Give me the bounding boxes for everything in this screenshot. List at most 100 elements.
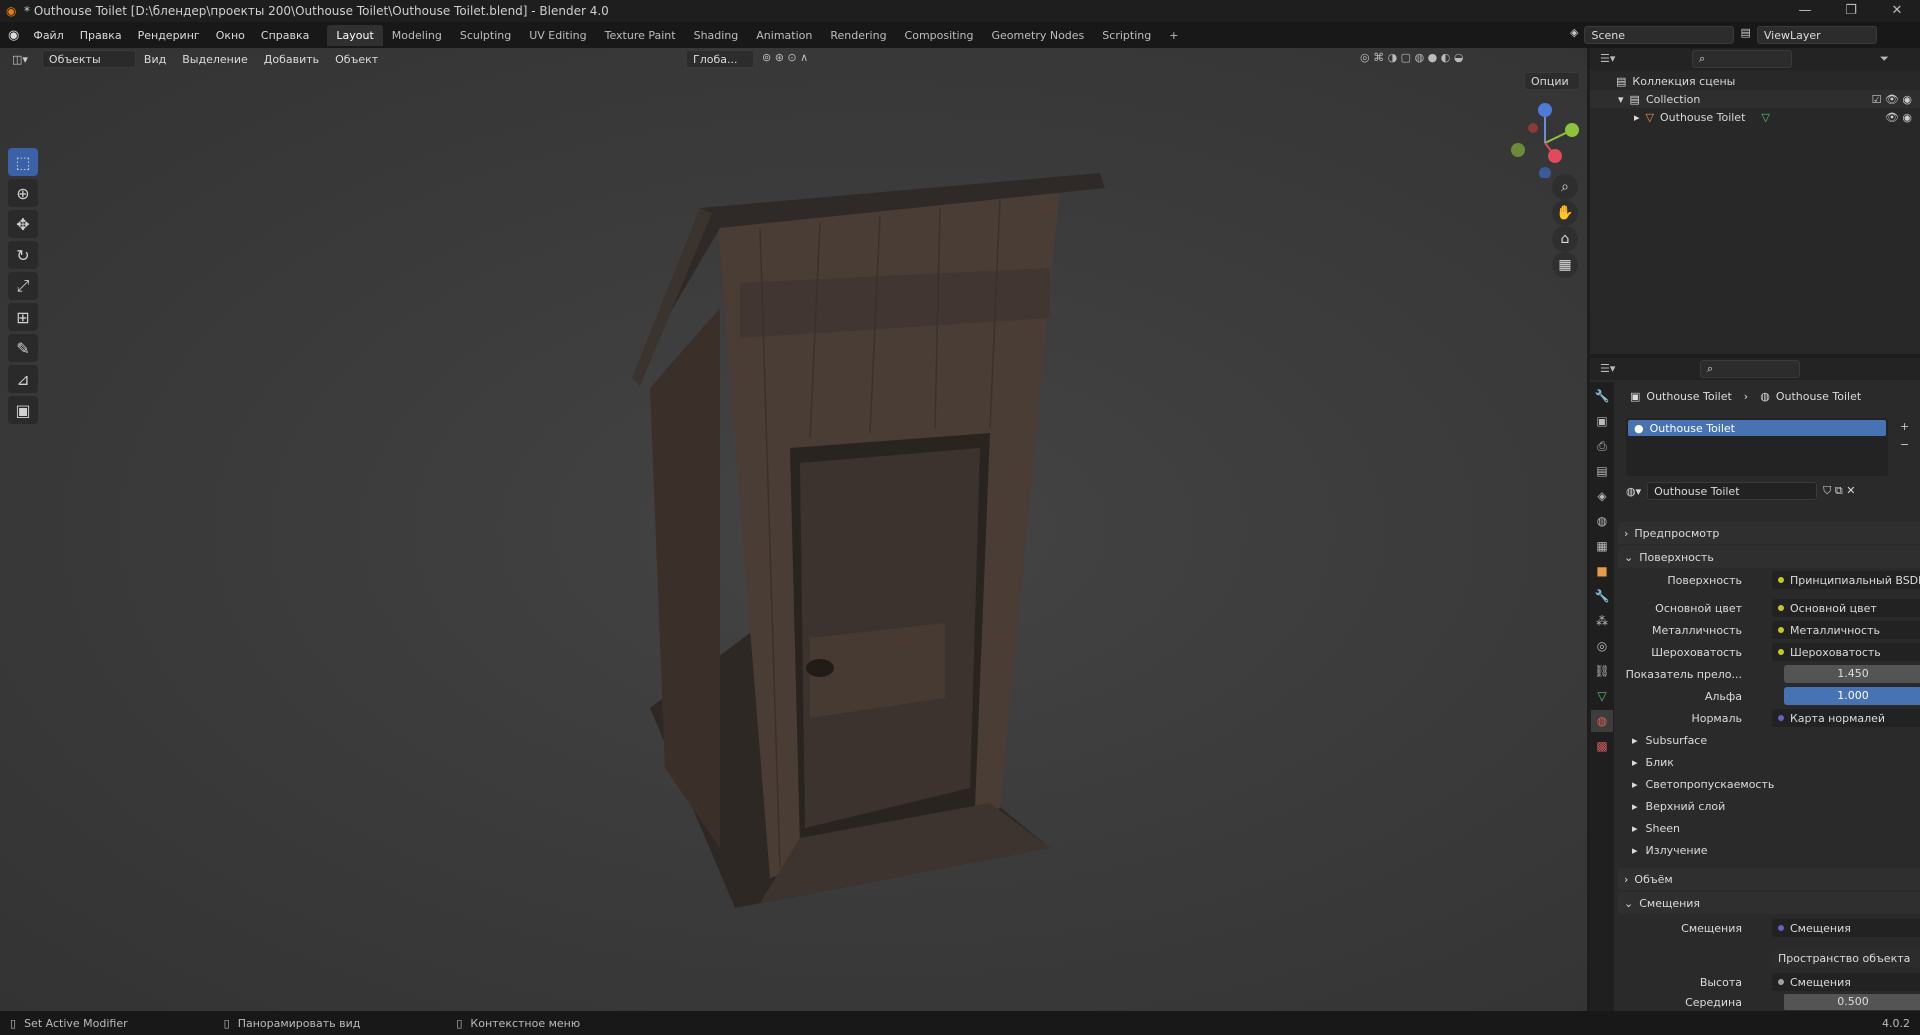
tab-modeling[interactable]: Modeling bbox=[383, 25, 451, 46]
particles-tab-icon[interactable]: ⁂ bbox=[1591, 610, 1613, 632]
subpanel-coat[interactable]: ▸ Верхний слой bbox=[1632, 796, 1725, 816]
maximize-button[interactable]: ❐ bbox=[1828, 0, 1874, 22]
scale-tool[interactable]: ⤢ bbox=[8, 272, 38, 300]
object-tab-icon[interactable]: ■ bbox=[1591, 560, 1613, 582]
add-slot-button[interactable]: + bbox=[1900, 420, 1909, 433]
tab-uv-editing[interactable]: UV Editing bbox=[520, 25, 595, 46]
tab-layout[interactable]: Layout bbox=[327, 24, 383, 46]
space-dropdown[interactable]: Пространство объекта bbox=[1772, 949, 1920, 967]
tree-scene-collection[interactable]: ▤ Коллекция сцены bbox=[1590, 72, 1920, 90]
menu-edit[interactable]: Правка bbox=[72, 29, 130, 42]
rotate-tool[interactable]: ↻ bbox=[8, 241, 38, 269]
move-tool[interactable]: ✥ bbox=[8, 210, 38, 238]
expand-icon[interactable]: ▸ bbox=[1634, 111, 1640, 124]
menu-object[interactable]: Объект bbox=[327, 53, 386, 66]
data-tab-icon[interactable]: ▽ bbox=[1591, 685, 1613, 707]
navigation-gizmo[interactable] bbox=[1500, 98, 1590, 178]
transform-tool[interactable]: ⊞ bbox=[8, 303, 38, 331]
visibility-icons[interactable]: 👁 ◉ bbox=[1885, 111, 1912, 124]
metallic-field[interactable]: Металличность bbox=[1772, 621, 1920, 639]
tab-rendering[interactable]: Rendering bbox=[821, 25, 895, 46]
scene-selector[interactable]: Scene bbox=[1584, 26, 1735, 44]
material-name-field[interactable]: Outhouse Toilet bbox=[1647, 482, 1818, 500]
close-button[interactable]: ✕ bbox=[1874, 0, 1920, 22]
subpanel-transmission[interactable]: ▸ Светопропускаемость bbox=[1632, 774, 1774, 794]
tab-geometry-nodes[interactable]: Geometry Nodes bbox=[983, 25, 1094, 46]
add-workspace-button[interactable]: + bbox=[1160, 25, 1187, 46]
output-tab-icon[interactable]: ⎙ bbox=[1591, 435, 1613, 457]
remove-slot-button[interactable]: − bbox=[1900, 438, 1909, 451]
section-surface[interactable]: ⌄ Поверхность bbox=[1618, 546, 1920, 568]
menu-select[interactable]: Выделение bbox=[174, 53, 256, 66]
menu-view[interactable]: Вид bbox=[136, 53, 174, 66]
outliner-search[interactable]: ⌕ bbox=[1692, 50, 1792, 68]
tab-texture-paint[interactable]: Texture Paint bbox=[596, 25, 685, 46]
subpanel-subsurface[interactable]: ▸ Subsurface bbox=[1632, 730, 1707, 750]
tab-sculpting[interactable]: Sculpting bbox=[451, 25, 520, 46]
section-volume[interactable]: › Объём bbox=[1618, 868, 1920, 890]
subpanel-emission[interactable]: ▸ Излучение bbox=[1632, 840, 1708, 860]
menu-help[interactable]: Справка bbox=[253, 29, 317, 42]
section-preview[interactable]: › Предпросмотр bbox=[1618, 522, 1920, 544]
tree-collection[interactable]: ▾ ▤ Collection ☑ 👁 ◉ bbox=[1590, 90, 1920, 108]
measure-tool[interactable]: ⊿ bbox=[8, 365, 38, 393]
ior-field[interactable]: 1.450 bbox=[1784, 665, 1920, 683]
3d-viewport[interactable]: ⬚ ⊕ ✥ ↻ ⤢ ⊞ ✎ ⊿ ▣ ⌕ ✋ ⌂ ▦ bbox=[0, 48, 1587, 1011]
normal-field[interactable]: Карта нормалей bbox=[1772, 709, 1920, 727]
world-tab-icon[interactable]: ◍ bbox=[1591, 510, 1613, 532]
pan-hand-icon[interactable]: ✋ bbox=[1552, 200, 1578, 226]
camera-icon[interactable]: ⌂ bbox=[1552, 226, 1578, 252]
menu-window[interactable]: Окно bbox=[208, 29, 253, 42]
visibility-icons[interactable]: ☑ 👁 ◉ bbox=[1872, 93, 1912, 106]
roughness-field[interactable]: Шероховатость bbox=[1772, 643, 1920, 661]
material-tab-icon[interactable]: ◍ bbox=[1591, 710, 1613, 732]
physics-tab-icon[interactable]: ◎ bbox=[1591, 635, 1613, 657]
outliner-editor-icon[interactable]: ☰▾ bbox=[1600, 52, 1615, 65]
tab-scripting[interactable]: Scripting bbox=[1093, 25, 1160, 46]
options-dropdown[interactable]: Опции bbox=[1524, 72, 1580, 90]
annotate-tool[interactable]: ✎ bbox=[8, 334, 38, 362]
viewlayer-selector[interactable]: ViewLayer bbox=[1756, 26, 1877, 44]
orientation-selector[interactable]: Глоба... bbox=[686, 50, 754, 68]
tool-tab-icon[interactable]: 🔧 bbox=[1591, 385, 1613, 407]
subpanel-sheen[interactable]: ▸ Sheen bbox=[1632, 818, 1680, 838]
cursor-tool[interactable]: ⊕ bbox=[8, 179, 38, 207]
material-slot[interactable]: ● Outhouse Toilet bbox=[1628, 420, 1886, 436]
midlevel-field[interactable]: 0.500 bbox=[1784, 994, 1920, 1010]
ortho-grid-icon[interactable]: ▦ bbox=[1552, 252, 1578, 278]
tab-animation[interactable]: Animation bbox=[747, 25, 821, 46]
editor-type-icon[interactable]: ◫▾ bbox=[12, 53, 28, 66]
menu-add[interactable]: Добавить bbox=[256, 53, 327, 66]
menu-render[interactable]: Рендеринг bbox=[130, 29, 208, 42]
render-tab-icon[interactable]: ▣ bbox=[1591, 410, 1613, 432]
texture-tab-icon[interactable]: ▩ bbox=[1591, 735, 1613, 757]
tree-object[interactable]: ▸ ▽ Outhouse Toilet ▽ 👁 ◉ bbox=[1590, 108, 1920, 126]
displacement-field[interactable]: Смещения bbox=[1772, 919, 1920, 937]
base-color-field[interactable]: Основной цвет bbox=[1772, 599, 1920, 617]
scene-tab-icon[interactable]: ◈ bbox=[1591, 485, 1613, 507]
viewlayer-tab-icon[interactable]: ▤ bbox=[1591, 460, 1613, 482]
select-box-tool[interactable]: ⬚ bbox=[8, 148, 38, 176]
surface-shader-field[interactable]: Принципиальный BSDF bbox=[1772, 571, 1920, 589]
blender-menu-icon[interactable]: ◉ bbox=[8, 28, 19, 43]
tab-compositing[interactable]: Compositing bbox=[896, 25, 983, 46]
pivot-icon[interactable]: ⊚ ⊛ ⊙ ∧ bbox=[762, 51, 808, 64]
tab-shading[interactable]: Shading bbox=[685, 25, 748, 46]
expand-icon[interactable]: ▾ bbox=[1618, 93, 1624, 106]
overlay-icons[interactable]: ◎ ⌘ ◑ ▢ ◍ ● ◐ ◒ bbox=[1360, 51, 1463, 64]
zoom-icon[interactable]: ⌕ bbox=[1552, 174, 1578, 200]
section-displacement[interactable]: ⌄ Смещения bbox=[1618, 892, 1920, 914]
mode-selector[interactable]: Объекты bbox=[41, 50, 136, 68]
height-field[interactable]: Смещения bbox=[1772, 973, 1920, 991]
modifier-tab-icon[interactable]: 🔧 bbox=[1591, 585, 1613, 607]
fake-user-icon[interactable]: ⛉ ⧉ ✕ bbox=[1823, 484, 1855, 498]
collection-tab-icon[interactable]: ▦ bbox=[1591, 535, 1613, 557]
material-browse-icon[interactable]: ◍▾ bbox=[1626, 485, 1641, 498]
properties-search[interactable]: ⌕ bbox=[1700, 360, 1800, 378]
add-cube-tool[interactable]: ▣ bbox=[8, 396, 38, 424]
filter-icon[interactable]: ⏷ bbox=[1880, 52, 1889, 66]
properties-editor-icon[interactable]: ☰▾ bbox=[1600, 362, 1615, 375]
subpanel-specular[interactable]: ▸ Блик bbox=[1632, 752, 1674, 772]
constraint-tab-icon[interactable]: ⛓ bbox=[1591, 660, 1613, 682]
alpha-field[interactable]: 1.000 bbox=[1784, 687, 1920, 705]
